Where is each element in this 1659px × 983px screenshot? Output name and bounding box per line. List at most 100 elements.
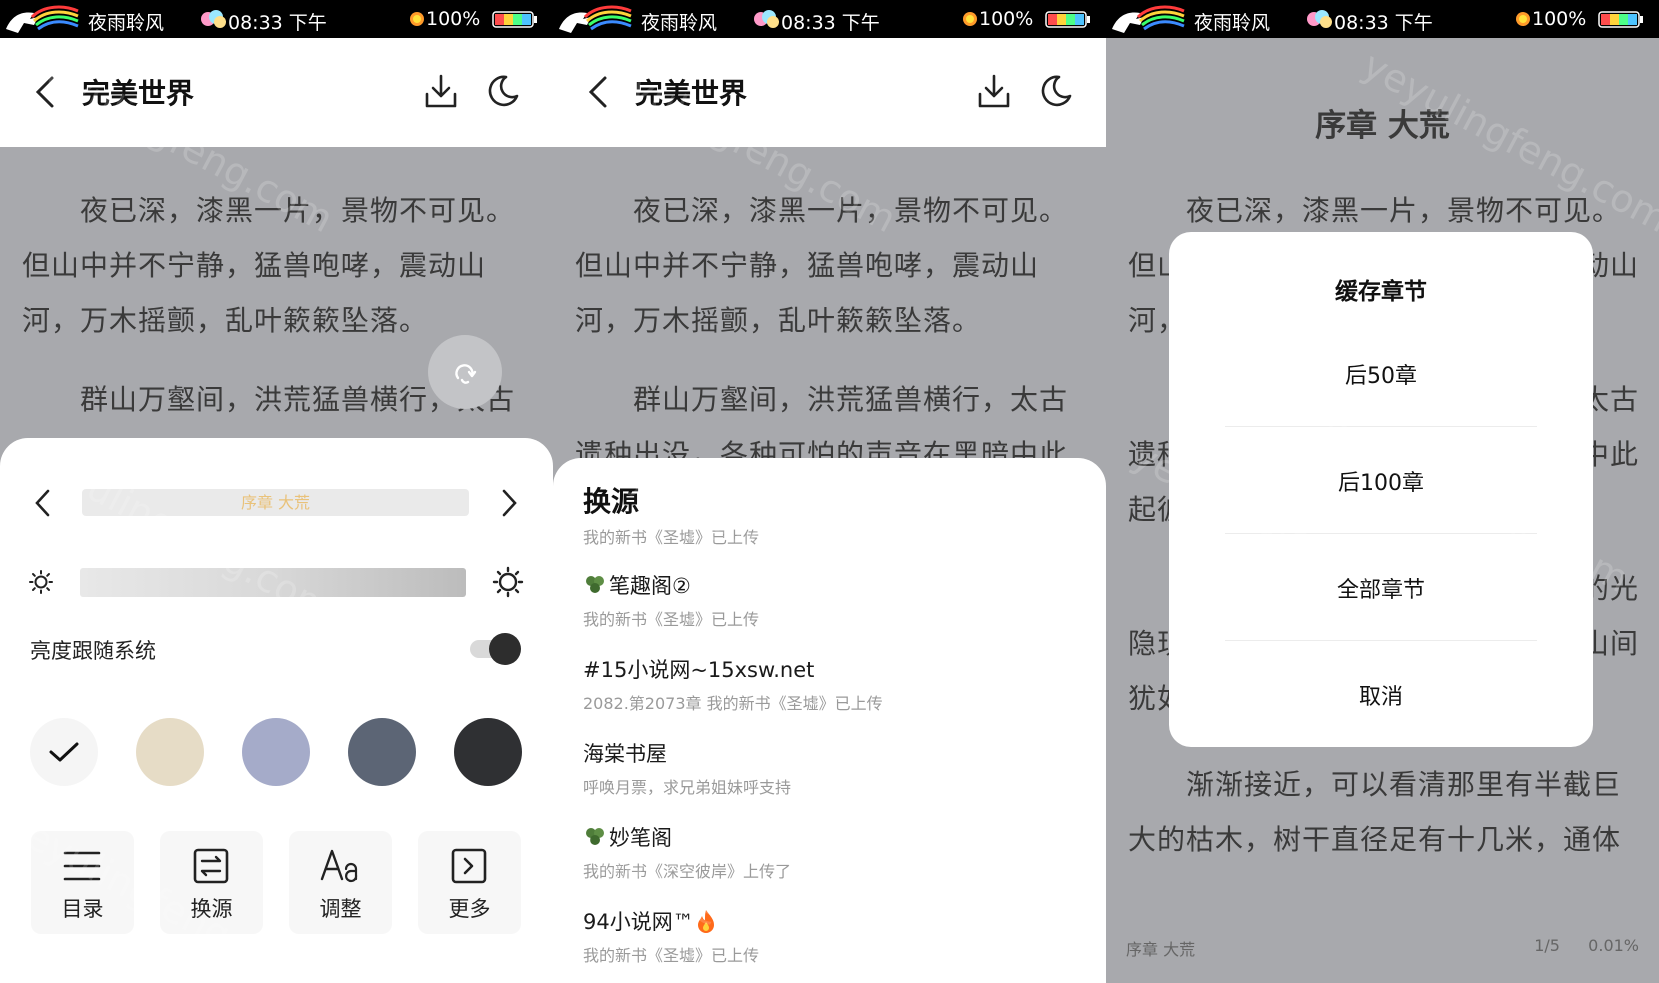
divider [1225,426,1537,427]
switch-source-icon [193,848,229,884]
clover-leaf-icon [586,576,604,593]
menu-catalog-button[interactable]: 目录 [31,831,134,934]
back-arrow-icon[interactable] [30,74,62,110]
menu-switch-source-button[interactable]: 换源 [160,831,263,934]
source-item-haitang[interactable]: 海棠书屋 [583,738,667,768]
source-item-name: 海棠书屋 [583,742,667,766]
cloud-weather-icon [1307,10,1332,28]
status-app-name: 夜雨聆风 [88,12,165,34]
menu-switch-source-label: 换源 [190,897,233,921]
chevron-right-icon[interactable] [498,488,520,518]
source-item-desc: 我的新书《深空彼岸》上传了 [583,862,792,881]
cache-dialog-title: 缓存章节 [1335,279,1427,305]
cloud-weather-icon [201,10,226,28]
source-item-desc: 2082.第2073章 我的新书《圣墟》已上传 [583,694,883,713]
theme-swatch-white[interactable] [30,718,98,786]
book-title: 完美世界 [635,77,748,110]
status-time: 08:33 下午 [228,12,327,34]
battery-icon [1045,11,1090,28]
cloud-weather-icon [754,10,779,28]
source-item-biquge[interactable]: 笔趣阁② [583,570,691,600]
footer-page: 1/5 [1534,936,1560,955]
status-time: 08:33 下午 [781,12,880,34]
source-item-name: 笔趣阁② [609,574,691,598]
switch-source-subtitle: 我的新书《圣墟》已上传 [583,528,760,547]
switch-source-sheet: 换源 我的新书《圣墟》已上传 笔趣阁② 我的新书《圣墟》已上传 #15小说网~1… [553,458,1106,983]
horse-rainbow-logo-icon [1112,5,1185,33]
theme-swatch-beige[interactable] [136,718,204,786]
download-icon[interactable] [976,72,1012,110]
cache-next-50-button[interactable]: 后50章 [1169,358,1593,390]
sun-icon [1516,12,1530,26]
status-app-name: 夜雨聆风 [641,12,718,34]
night-mode-moon-icon[interactable] [486,74,520,108]
cache-chapters-dialog: 缓存章节 后50章 后100章 全部章节 取消 [1169,232,1593,747]
screens-container: 夜雨聆风 08:33 下午 100% 完美世界 夜已深，漆黑一片，景物不可见。但… [0,0,1659,983]
cache-all-button[interactable]: 全部章节 [1169,572,1593,604]
source-item-name: 妙笔阁 [609,826,672,850]
menu-adjust-button[interactable]: 调整 [289,831,392,934]
source-item-15xsw[interactable]: #15小说网~15xsw.net [583,654,814,684]
brightness-low-icon [29,570,53,594]
menu-more-button[interactable]: 更多 [418,831,521,934]
switch-source-screen: 夜雨聆风 08:33 下午 100% 完美世界 夜已深，漆黑一片，景物不可见。但… [553,0,1106,983]
footer-progress: 1/5 0.01% [1534,936,1639,955]
status-time: 08:33 下午 [1334,12,1433,34]
download-icon[interactable] [423,72,459,110]
font-icon [320,849,358,883]
status-app-name: 夜雨聆风 [1194,12,1271,34]
menu-more-label: 更多 [448,897,491,921]
reader-paragraph-2: 群山万壑间，洪荒猛兽横行，太古遗种出没，各种可怕的声音在黑暗中此起彼伏 [575,383,1069,462]
back-arrow-icon[interactable] [583,74,615,110]
theme-swatch-slate[interactable] [348,718,416,786]
status-battery-percent: 100% [979,8,1034,30]
source-item-94xsw[interactable]: 94小说网™ [583,906,716,936]
list-icon [63,851,101,881]
brightness-high-icon [492,566,524,598]
cache-chapters-screen: 夜雨聆风 08:33 下午 100% 序章 大荒 夜已深，漆黑一片，景物不可见。… [1106,0,1659,983]
brightness-follow-system-label: 亮度跟随系统 [30,639,156,663]
status-bar: 夜雨聆风 08:33 下午 100% [1106,0,1659,38]
reader-toolbar: 完美世界 [553,38,1106,147]
reader-toolbar: 完美世界 [0,38,553,147]
refresh-cloud-icon [455,364,477,384]
reader-paragraph-1: 夜已深，漆黑一片，景物不可见。但山中并不宁静，猛兽咆哮，震动山河，万木摇颤，乱叶… [575,194,1069,337]
source-item-name: #15小说网~15xsw.net [583,658,815,682]
check-icon [49,742,79,762]
switch-source-title: 换源 [583,485,640,518]
refresh-button[interactable] [428,335,502,409]
reader-paragraph-1: 夜已深，漆黑一片，景物不可见。但山中并不宁静，猛兽咆哮，震动山河，万木摇颤，乱叶… [22,194,516,337]
sun-icon [963,12,977,26]
source-item-desc: 呼唤月票，求兄弟姐妹呼支持 [583,778,792,797]
reader-paragraph-4: 渐渐接近，可以看清那里有半截巨大的枯木，树干直径足有十几米，通体 [1128,768,1622,856]
theme-swatch-dark[interactable] [454,718,522,786]
status-battery-percent: 100% [426,8,481,30]
brightness-slider[interactable] [80,568,466,597]
divider [1225,533,1537,534]
chevron-left-icon[interactable] [32,488,54,518]
divider [1225,640,1537,641]
source-item-miaobige[interactable]: 妙笔阁 [583,822,672,852]
brightness-follow-system-toggle[interactable] [470,632,521,666]
status-bar: 夜雨聆风 08:33 下午 100% [0,0,553,38]
night-mode-moon-icon[interactable] [1039,74,1073,108]
source-item-desc: 我的新书《圣墟》已上传 [583,610,760,629]
fire-icon [697,910,714,933]
book-title: 完美世界 [82,77,195,110]
footer-percent: 0.01% [1588,936,1639,955]
menu-adjust-label: 调整 [319,897,362,921]
cache-next-100-button[interactable]: 后100章 [1169,465,1593,497]
source-item-desc: 我的新书《圣墟》已上传 [583,946,760,965]
status-battery-percent: 100% [1532,8,1587,30]
reader-paragraph-1: 夜已深，漆黑一片，景物不可见。但山中并不宁静，猛兽咆哮，震动山河，万木摇颤，乱叶… [1186,194,1622,227]
menu-catalog-label: 目录 [61,897,104,921]
battery-icon [492,11,537,28]
status-bar: 夜雨聆风 08:33 下午 100% [553,0,1106,38]
more-icon [451,848,487,884]
footer-chapter-name: 序章 大荒 [1126,940,1196,959]
cancel-button[interactable]: 取消 [1169,679,1593,711]
chapter-progress-bar[interactable]: 序章 大荒 [82,489,469,516]
clover-leaf-icon [586,828,604,845]
reader-settings-sheet: 序章 大荒 亮度跟随系统 目录 换源 调整 更多 [0,438,553,983]
theme-swatch-lavender[interactable] [242,718,310,786]
